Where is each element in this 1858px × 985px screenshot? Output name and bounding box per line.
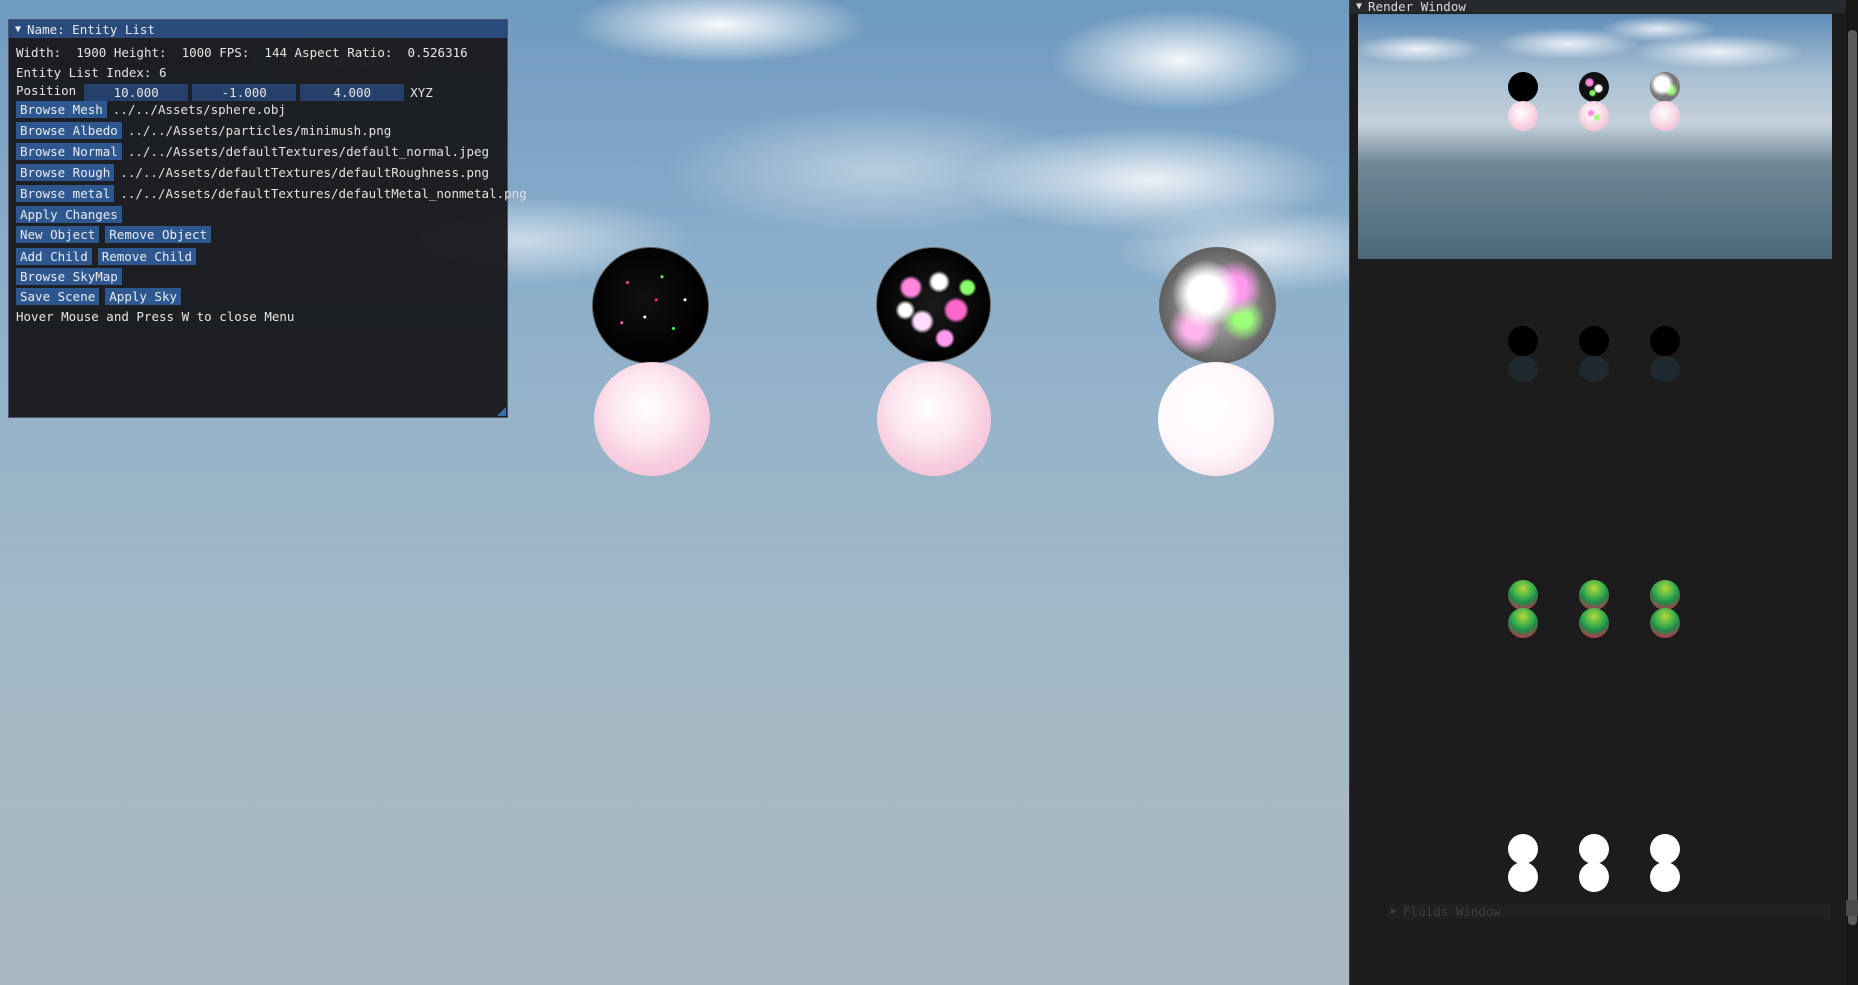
stats-line: Width: 1900 Height: 1000 FPS: 144 Aspect…: [16, 44, 507, 60]
new-object-button[interactable]: New Object: [16, 225, 100, 243]
browse-albedo-row: Browse Albedo ../../Assets/particles/min…: [16, 121, 507, 139]
albedo-path: ../../Assets/particles/minimush.png: [127, 122, 392, 138]
scrollbar-thumb[interactable]: [1848, 30, 1857, 925]
collapse-triangle-icon[interactable]: ▼: [1356, 1, 1362, 12]
sphere-pink-middle: [877, 362, 991, 476]
position-x-input[interactable]: 10.000: [84, 83, 189, 101]
aspect-value: 0.526316: [407, 44, 468, 60]
fluids-window-header[interactable]: ▶ Fluids Window: [1387, 903, 1831, 919]
rough-path: ../../Assets/defaultTextures/defaultRoug…: [120, 164, 490, 180]
object-buttons-row: New Object Remove Object: [16, 225, 507, 243]
browse-normal-row: Browse Normal ../../Assets/defaultTextur…: [16, 142, 507, 160]
expand-triangle-icon[interactable]: ▶: [1391, 906, 1397, 917]
render-window-titlebar[interactable]: ▼ Render Window: [1350, 0, 1858, 14]
browse-skymap-button[interactable]: Browse SkyMap: [16, 267, 122, 285]
resize-grip-icon[interactable]: [497, 407, 506, 416]
scene-buttons-row: Save Scene Apply Sky: [16, 287, 507, 305]
remove-child-button[interactable]: Remove Child: [97, 247, 197, 265]
buffer-sphere: [1650, 356, 1680, 382]
preview-sphere: [1508, 72, 1538, 102]
close-menu-hint: Hover Mouse and Press W to close Menu: [16, 308, 295, 324]
apply-changes-button[interactable]: Apply Changes: [16, 205, 122, 223]
buffer-sphere: [1508, 326, 1538, 356]
apply-changes-row: Apply Changes: [16, 205, 507, 223]
height-label: Height:: [113, 44, 167, 60]
buffer-sphere: [1508, 862, 1538, 892]
buffer-sphere: [1579, 580, 1609, 610]
browse-rough-row: Browse Rough ../../Assets/defaultTexture…: [16, 163, 507, 181]
browse-albedo-button[interactable]: Browse Albedo: [16, 121, 122, 139]
render-window[interactable]: ▼ Render Window ▶ Fluids Window: [1349, 0, 1858, 985]
buffer-sphere: [1650, 580, 1680, 610]
buffer-sphere: [1579, 862, 1609, 892]
normal-path: ../../Assets/defaultTextures/default_nor…: [127, 143, 490, 159]
aspect-label: Aspect Ratio:: [294, 44, 393, 60]
fps-value: 144: [264, 44, 287, 60]
sphere-pink-left: [594, 362, 710, 476]
render-window-title: Render Window: [1368, 0, 1466, 14]
width-value: 1900: [76, 44, 107, 60]
position-z-input[interactable]: 4.000: [300, 83, 405, 101]
render-preview-final: [1358, 14, 1832, 259]
sphere-dark-particles: [592, 247, 709, 364]
fps-label: FPS:: [219, 44, 250, 60]
collapse-triangle-icon[interactable]: ▼: [15, 24, 21, 35]
preview-sphere: [1579, 72, 1609, 102]
buffer-sphere: [1579, 356, 1609, 382]
entity-list-titlebar[interactable]: ▼ Name: Entity List: [9, 20, 507, 38]
add-child-button[interactable]: Add Child: [16, 247, 92, 265]
entity-index-line: Entity List Index: 6: [16, 64, 167, 80]
buffer-sphere: [1650, 834, 1680, 864]
position-label: Position: [16, 82, 77, 98]
preview-sphere: [1650, 72, 1680, 102]
position-xyz-label: XYZ: [410, 84, 433, 100]
preview-sphere: [1650, 101, 1680, 131]
sphere-spotted: [876, 247, 991, 362]
buffer-sphere: [1579, 834, 1609, 864]
height-value: 1000: [181, 44, 212, 60]
browse-rough-button[interactable]: Browse Rough: [16, 163, 115, 181]
fluids-window-title: Fluids Window: [1403, 903, 1501, 919]
sphere-white-right: [1158, 362, 1274, 476]
position-y-input[interactable]: -1.000: [192, 83, 297, 101]
position-row: Position 10.000 -1.000 4.000 XYZ: [16, 82, 507, 101]
apply-sky-button[interactable]: Apply Sky: [105, 287, 181, 305]
sphere-blurred: [1159, 247, 1276, 364]
buffer-sphere: [1508, 356, 1538, 382]
child-buttons-row: Add Child Remove Child: [16, 247, 507, 265]
buffer-sphere: [1650, 326, 1680, 356]
browse-mesh-row: Browse Mesh ../../Assets/sphere.obj: [16, 100, 507, 118]
browse-mesh-button[interactable]: Browse Mesh: [16, 100, 107, 118]
metal-path: ../../Assets/defaultTextures/defaultMeta…: [120, 185, 527, 201]
scrollbar-grip[interactable]: [1846, 900, 1858, 916]
mesh-path: ../../Assets/sphere.obj: [112, 101, 286, 117]
remove-object-button[interactable]: Remove Object: [105, 225, 212, 243]
preview-sphere: [1508, 101, 1538, 131]
width-label: Width:: [16, 44, 62, 60]
preview-sphere: [1579, 101, 1609, 131]
browse-metal-button[interactable]: Browse metal: [16, 184, 115, 202]
buffer-sphere: [1508, 608, 1538, 638]
buffer-sphere: [1650, 862, 1680, 892]
buffer-sphere: [1650, 608, 1680, 638]
render-window-scrollbar[interactable]: [1846, 0, 1858, 985]
save-scene-button[interactable]: Save Scene: [16, 287, 100, 305]
skymap-row: Browse SkyMap: [16, 267, 507, 285]
buffer-sphere: [1508, 834, 1538, 864]
buffer-sphere: [1579, 608, 1609, 638]
entity-list-panel[interactable]: ▼ Name: Entity List Width: 1900 Height: …: [8, 19, 527, 418]
browse-normal-button[interactable]: Browse Normal: [16, 142, 122, 160]
entity-list-title: Name: Entity List: [27, 21, 155, 37]
browse-metal-row: Browse metal ../../Assets/defaultTexture…: [16, 184, 527, 202]
buffer-sphere: [1508, 580, 1538, 610]
buffer-sphere: [1579, 326, 1609, 356]
